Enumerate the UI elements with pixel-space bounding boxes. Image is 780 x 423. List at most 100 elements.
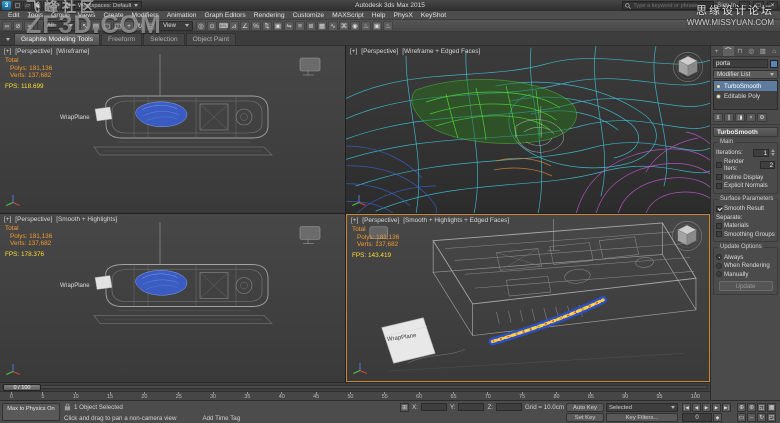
remove-modifier-icon[interactable]: × xyxy=(746,113,756,122)
select-and-rotate-icon[interactable]: ↻ xyxy=(135,21,145,31)
selection-filter-dropdown[interactable]: All xyxy=(43,21,77,31)
orbit-view-icon[interactable]: ↻ xyxy=(757,413,766,422)
search-input[interactable] xyxy=(633,3,711,9)
save-file-icon[interactable]: ▣ xyxy=(33,1,42,10)
viewport-menu-plus[interactable]: [+] xyxy=(4,216,11,223)
object-name-field[interactable]: porta xyxy=(713,59,768,68)
rectangular-selection-icon[interactable]: ▢ xyxy=(102,21,112,31)
select-and-link-icon[interactable]: ∞ xyxy=(2,21,12,31)
smooth-result-checkbox[interactable] xyxy=(716,206,722,212)
curve-editor-icon[interactable]: ∿ xyxy=(328,21,338,31)
new-scene-icon[interactable]: ▢ xyxy=(13,1,22,10)
object-color-swatch[interactable] xyxy=(770,60,778,68)
configure-modifier-sets-icon[interactable]: ⚙ xyxy=(757,113,767,122)
explicit-normals-checkbox[interactable] xyxy=(716,183,722,189)
update-button[interactable]: Update xyxy=(719,281,773,291)
menu-item[interactable]: Customize xyxy=(289,12,329,19)
restore-button[interactable]: □ xyxy=(753,1,764,10)
key-mode-toggle-icon[interactable]: ◆ xyxy=(713,413,722,422)
always-radio[interactable] xyxy=(716,254,722,260)
viewport-bottom-left[interactable]: [+] [Perspective] [Smooth + Highlights] … xyxy=(0,214,345,382)
application-menu-button[interactable]: 3 xyxy=(2,1,11,10)
menu-item[interactable]: Animation xyxy=(163,12,201,19)
selection-lock-icon[interactable] xyxy=(64,403,71,411)
ribbon-tab[interactable]: Graphite Modeling Tools xyxy=(14,33,100,45)
reference-coordinate-dropdown[interactable]: View xyxy=(159,21,193,31)
y-coordinate-field[interactable] xyxy=(458,403,484,411)
zoom-extents-all-icon[interactable]: ▦ xyxy=(767,403,776,412)
menu-item[interactable]: Rendering xyxy=(250,12,289,19)
materials-checkbox[interactable] xyxy=(716,223,722,229)
viewport-menu-plus[interactable]: [+] xyxy=(350,48,357,55)
lightbulb-icon[interactable] xyxy=(716,84,721,89)
go-to-end-button[interactable]: ▶| xyxy=(722,403,731,412)
menu-item[interactable]: Modifiers xyxy=(128,12,163,19)
use-pivot-center-icon[interactable]: ◎ xyxy=(196,21,206,31)
modifier-list-dropdown[interactable]: Modifier List xyxy=(713,70,778,79)
snaps-toggle-icon[interactable]: ⊿ xyxy=(229,21,239,31)
viewport-menu-plus[interactable]: [+] xyxy=(351,217,358,224)
render-setup-icon[interactable]: ♨ xyxy=(361,21,371,31)
menu-item[interactable]: Group xyxy=(47,12,74,19)
render-iters-field[interactable]: 2 xyxy=(760,161,775,169)
ribbon-expand-icon[interactable] xyxy=(3,33,13,45)
unlink-selection-icon[interactable]: ⊘ xyxy=(13,21,23,31)
ribbon-tab[interactable]: Selection xyxy=(143,33,185,45)
time-slider-track[interactable] xyxy=(2,385,708,389)
smoothing-groups-checkbox[interactable] xyxy=(716,231,722,237)
bind-to-spacewarp-icon[interactable]: ≈ xyxy=(24,21,34,31)
workspaces-dropdown[interactable]: Workspaces: Default xyxy=(74,1,142,10)
material-editor-icon[interactable]: ◉ xyxy=(350,21,360,31)
undo-icon[interactable]: ↶ xyxy=(43,1,52,10)
percent-snap-icon[interactable]: % xyxy=(251,21,261,31)
go-to-start-button[interactable]: |◀ xyxy=(682,403,691,412)
ribbon-toggle-icon[interactable]: ▦ xyxy=(317,21,327,31)
project-folder-icon[interactable]: ▧ xyxy=(63,1,72,10)
viewport-menu-shading[interactable]: [Wireframe + Edged Faces] xyxy=(402,48,480,55)
rendered-frame-icon[interactable]: ▣ xyxy=(372,21,382,31)
named-selection-sets-icon[interactable]: ▣ xyxy=(273,21,283,31)
max-to-physics-button[interactable]: Max to Physics On xyxy=(2,403,60,421)
modifier-stack-item[interactable]: Editable Poly xyxy=(714,91,777,101)
viewport-menu-view[interactable]: [Perspective] xyxy=(362,217,399,224)
viewport-menu-plus[interactable]: [+] xyxy=(4,48,11,55)
select-and-scale-icon[interactable]: ◱ xyxy=(146,21,156,31)
track-bar[interactable]: 0 5 10 15 20 25 30 35 40 45 50 55 60 65 … xyxy=(0,391,710,400)
when-rendering-radio[interactable] xyxy=(716,263,722,269)
zoom-all-icon[interactable]: ⊛ xyxy=(747,403,756,412)
redo-icon[interactable]: ↷ xyxy=(53,1,62,10)
viewcube[interactable] xyxy=(671,50,705,84)
viewport-bottom-right-active[interactable]: [+] [Perspective] [Smooth + Highlights +… xyxy=(346,214,710,382)
render-iters-checkbox[interactable] xyxy=(716,162,722,168)
iterations-spinner[interactable] xyxy=(771,149,775,156)
viewport-canvas-perspective-box[interactable] xyxy=(347,215,709,381)
viewport-menu-shading[interactable]: [Smooth + Highlights + Edged Faces] xyxy=(403,217,509,224)
make-unique-icon[interactable]: ◨ xyxy=(735,113,745,122)
minimize-button[interactable]: – xyxy=(739,1,750,10)
viewport-menu-view[interactable]: [Perspective] xyxy=(15,48,52,55)
time-slider-handle[interactable]: 0 / 100 xyxy=(3,384,41,391)
keyboard-override-icon[interactable]: ⌨ xyxy=(218,21,228,31)
menu-item[interactable]: PhysX xyxy=(390,12,417,19)
menu-item[interactable]: Graph Editors xyxy=(200,12,249,19)
viewport-top-left[interactable]: [+] [Perspective] [Wireframe] Total Poly… xyxy=(0,46,345,213)
menu-item[interactable]: Edit xyxy=(4,12,24,19)
schematic-view-icon[interactable]: ⌘ xyxy=(339,21,349,31)
pan-view-icon[interactable]: ⇔ xyxy=(747,413,756,422)
utilities-tab-icon[interactable]: ⌂ xyxy=(769,46,780,56)
add-time-tag[interactable]: Add Time Tag xyxy=(202,415,240,422)
viewport-menu-shading[interactable]: [Smooth + Highlights] xyxy=(56,216,117,223)
viewport-top-right[interactable]: [+] [Perspective] [Wireframe + Edged Fac… xyxy=(346,46,710,213)
set-key-button[interactable]: Set Key xyxy=(566,413,604,422)
maximize-viewport-icon[interactable]: ◰ xyxy=(767,413,776,422)
zoom-extents-icon[interactable]: ◱ xyxy=(757,403,766,412)
auto-key-button[interactable]: Auto Key xyxy=(566,403,604,412)
angle-snap-icon[interactable]: ∠ xyxy=(240,21,250,31)
key-filters-button[interactable]: Key Filters... xyxy=(606,413,678,422)
select-object-icon[interactable]: ↖ xyxy=(80,21,90,31)
window-crossing-icon[interactable]: ◫ xyxy=(113,21,123,31)
render-production-icon[interactable]: ♨ xyxy=(383,21,393,31)
absolute-mode-toggle-icon[interactable]: ⊞ xyxy=(400,403,409,412)
modify-tab-icon[interactable]: ⌒ xyxy=(723,46,735,56)
time-slider[interactable]: 0 / 100 xyxy=(0,382,710,391)
